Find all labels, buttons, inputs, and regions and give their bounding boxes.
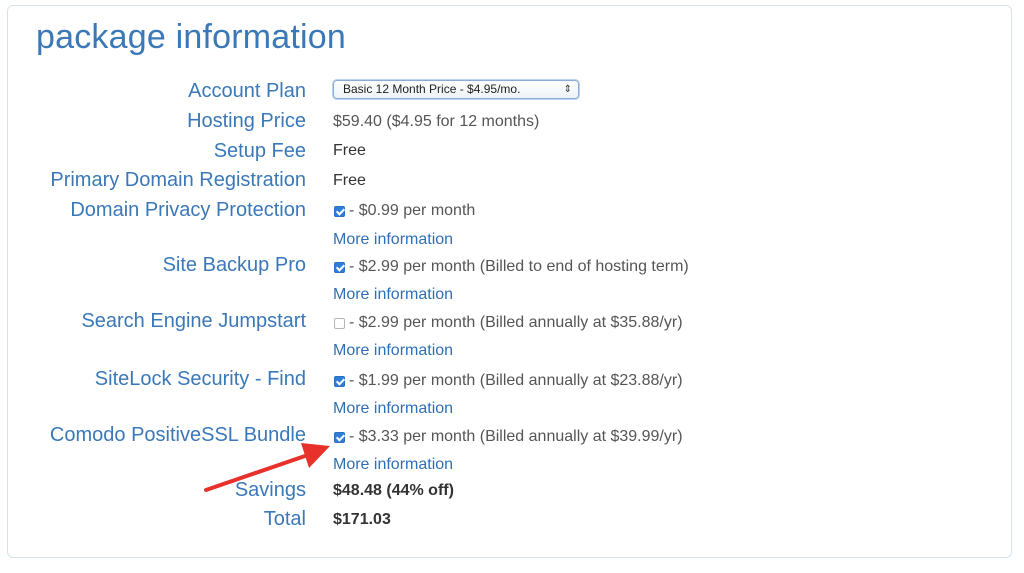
sitelock-label: SiteLock Security - Find	[94, 368, 306, 390]
search-engine-more-link[interactable]: More information	[333, 341, 453, 361]
savings-label: Savings	[234, 479, 306, 501]
comodo-label: Comodo PositiveSSL Bundle	[49, 424, 306, 446]
select-arrows-icon: ⇕	[563, 84, 572, 95]
domain-privacy-checkbox[interactable]	[334, 206, 345, 217]
domain-privacy-more-link[interactable]: More information	[333, 230, 453, 250]
sitelock-checkbox[interactable]	[334, 376, 345, 387]
site-backup-more-link[interactable]: More information	[333, 285, 453, 305]
search-engine-checkbox[interactable]	[334, 318, 345, 329]
savings-value: $48.48 (44% off)	[333, 482, 454, 499]
hosting-price-value: $59.40 ($4.95 for 12 months)	[333, 113, 540, 130]
domain-privacy-price: - $0.99 per month	[349, 202, 476, 219]
primary-domain-value: Free	[333, 172, 366, 189]
account-plan-label: Account Plan	[188, 80, 306, 102]
search-engine-price: - $2.99 per month (Billed annually at $3…	[349, 314, 683, 331]
domain-privacy-label: Domain Privacy Protection	[70, 199, 306, 221]
comodo-price: - $3.33 per month (Billed annually at $3…	[349, 428, 683, 445]
total-label: Total	[263, 508, 306, 530]
site-backup-price: - $2.99 per month (Billed to end of host…	[349, 258, 689, 275]
comodo-more-link[interactable]: More information	[333, 455, 453, 475]
site-backup-checkbox[interactable]	[334, 262, 345, 273]
hosting-price-label: Hosting Price	[187, 110, 306, 132]
site-backup-label: Site Backup Pro	[162, 254, 306, 276]
account-plan-selected-value: Basic 12 Month Price - $4.95/mo.	[343, 82, 521, 96]
page-title: package information	[36, 18, 346, 56]
sitelock-price: - $1.99 per month (Billed annually at $2…	[349, 372, 683, 389]
setup-fee-value: Free	[333, 142, 366, 159]
setup-fee-label: Setup Fee	[213, 140, 306, 162]
account-plan-select[interactable]: Basic 12 Month Price - $4.95/mo. ⇕	[333, 80, 579, 99]
comodo-checkbox[interactable]	[334, 432, 345, 443]
search-engine-label: Search Engine Jumpstart	[81, 310, 306, 332]
sitelock-more-link[interactable]: More information	[333, 399, 453, 419]
total-value: $171.03	[333, 511, 391, 528]
primary-domain-label: Primary Domain Registration	[50, 169, 306, 191]
